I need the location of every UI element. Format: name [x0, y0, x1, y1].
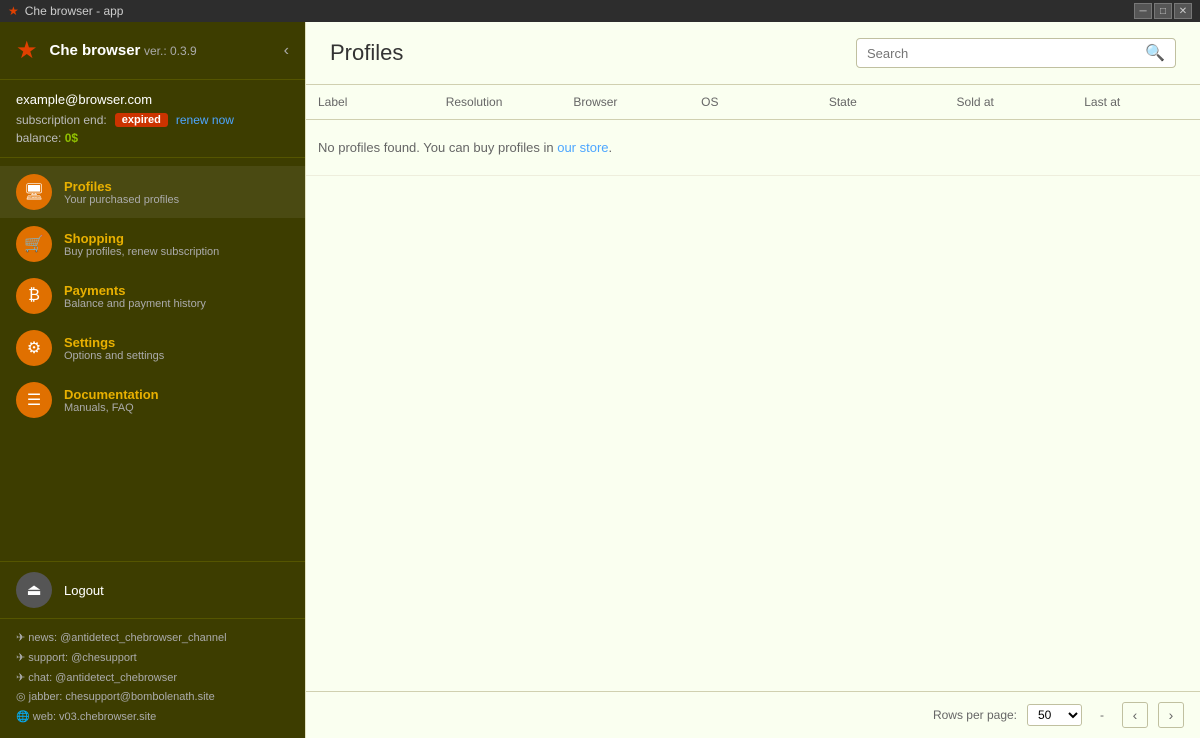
titlebar: ★ Che browser - app ─ □ ✕	[0, 0, 1200, 22]
titlebar-title: Che browser - app	[25, 4, 124, 18]
content-header: Profiles 🔍	[306, 22, 1200, 85]
sidebar-item-settings[interactable]: ⚙ Settings Options and settings	[0, 322, 305, 374]
sidebar: ★ Che browser ver.: 0.3.9 ‹ example@brow…	[0, 22, 305, 738]
app-container: ★ Che browser ver.: 0.3.9 ‹ example@brow…	[0, 22, 1200, 738]
nav-items: 🖥 Profiles Your purchased profiles 🛒 Sho…	[0, 158, 305, 561]
sidebar-header-left: ★ Che browser ver.: 0.3.9	[16, 36, 197, 65]
settings-icon: ⚙	[16, 330, 52, 366]
page-info: -	[1100, 708, 1104, 722]
sidebar-item-payments[interactable]: ₿ Payments Balance and payment history	[0, 270, 305, 322]
rows-per-page-label: Rows per page:	[933, 708, 1017, 722]
balance-label: balance:	[16, 131, 61, 145]
profiles-nav-subtitle: Your purchased profiles	[64, 194, 179, 206]
main-content: Profiles 🔍 Label Resolution Browser OS S…	[305, 22, 1200, 738]
sidebar-header: ★ Che browser ver.: 0.3.9 ‹	[0, 22, 305, 80]
col-sold-at: Sold at	[945, 85, 1073, 120]
footer-jabber-text: jabber: chesupport@bombolenath.site	[29, 691, 215, 703]
maximize-button[interactable]: □	[1154, 3, 1172, 19]
logout-icon: ⏏	[16, 572, 52, 608]
footer-support: ✈ support: @chesupport	[16, 649, 289, 669]
col-state: State	[817, 85, 945, 120]
footer-web: 🌐 web: v03.chebrowser.site	[16, 708, 289, 728]
col-os: OS	[689, 85, 817, 120]
table-header-row: Label Resolution Browser OS State Sold a…	[306, 85, 1200, 120]
search-container: 🔍	[856, 38, 1176, 68]
table-container: Label Resolution Browser OS State Sold a…	[306, 85, 1200, 691]
next-page-button[interactable]: ›	[1158, 702, 1184, 728]
footer-news-text: news: @antidetect_chebrowser_channel	[28, 632, 226, 644]
col-browser: Browser	[561, 85, 689, 120]
search-input[interactable]	[867, 46, 1145, 61]
titlebar-star-icon: ★	[8, 4, 19, 18]
documentation-nav-title: Documentation	[64, 387, 159, 402]
rows-per-page-select[interactable]: 10 25 50 100	[1027, 704, 1082, 726]
pagination-bar: Rows per page: 10 25 50 100 - ‹ ›	[306, 691, 1200, 738]
logout-label: Logout	[64, 583, 104, 598]
no-profiles-text: No profiles found. You can buy profiles …	[318, 140, 557, 155]
shopping-icon: 🛒	[16, 226, 52, 262]
payments-nav-subtitle: Balance and payment history	[64, 298, 206, 310]
subscription-status-badge: expired	[115, 113, 168, 127]
jabber-icon: ◎	[16, 691, 29, 703]
shopping-nav-title: Shopping	[64, 231, 219, 246]
minimize-button[interactable]: ─	[1134, 3, 1152, 19]
col-resolution: Resolution	[434, 85, 562, 120]
sidebar-footer: ✈ news: @antidetect_chebrowser_channel ✈…	[0, 618, 305, 738]
payments-nav-title: Payments	[64, 283, 206, 298]
shopping-nav-subtitle: Buy profiles, renew subscription	[64, 246, 219, 258]
app-name: Che browser	[50, 42, 141, 59]
app-logo-icon: ★	[16, 36, 38, 65]
profiles-icon: 🖥	[16, 174, 52, 210]
subscription-row: subscription end: expired renew now	[16, 113, 289, 127]
telegram-icon: ✈	[16, 632, 28, 644]
user-email: example@browser.com	[16, 92, 289, 107]
footer-chat: ✈ chat: @antidetect_chebrowser	[16, 669, 289, 689]
prev-page-button[interactable]: ‹	[1122, 702, 1148, 728]
footer-jabber: ◎ jabber: chesupport@bombolenath.site	[16, 688, 289, 708]
page-title: Profiles	[330, 40, 403, 66]
store-link[interactable]: our store	[557, 140, 608, 155]
sidebar-item-shopping[interactable]: 🛒 Shopping Buy profiles, renew subscript…	[0, 218, 305, 270]
balance-row: balance: 0$	[16, 131, 289, 145]
profiles-table: Label Resolution Browser OS State Sold a…	[306, 85, 1200, 176]
telegram-chat-icon: ✈	[16, 672, 28, 684]
close-button[interactable]: ✕	[1174, 3, 1192, 19]
settings-nav-title: Settings	[64, 335, 164, 350]
col-last-at: Last at	[1072, 85, 1200, 120]
subscription-label: subscription end:	[16, 113, 107, 127]
collapse-sidebar-button[interactable]: ‹	[284, 42, 289, 60]
documentation-icon: ☰	[16, 382, 52, 418]
user-info: example@browser.com subscription end: ex…	[0, 80, 305, 158]
telegram-support-icon: ✈	[16, 652, 28, 664]
footer-chat-text: chat: @antidetect_chebrowser	[28, 672, 177, 684]
balance-value: 0$	[65, 131, 78, 145]
web-icon: 🌐	[16, 711, 33, 723]
sidebar-item-profiles[interactable]: 🖥 Profiles Your purchased profiles	[0, 166, 305, 218]
no-profiles-message: No profiles found. You can buy profiles …	[306, 120, 1200, 176]
documentation-nav-subtitle: Manuals, FAQ	[64, 402, 159, 414]
app-version: ver.: 0.3.9	[144, 44, 197, 58]
footer-web-text: web: v03.chebrowser.site	[33, 711, 157, 723]
logout-button[interactable]: ⏏ Logout	[0, 561, 305, 618]
sidebar-item-documentation[interactable]: ☰ Documentation Manuals, FAQ	[0, 374, 305, 426]
titlebar-controls[interactable]: ─ □ ✕	[1134, 3, 1192, 19]
renew-now-link[interactable]: renew now	[176, 113, 234, 127]
titlebar-left: ★ Che browser - app	[8, 4, 123, 18]
no-profiles-row: No profiles found. You can buy profiles …	[306, 120, 1200, 176]
search-button[interactable]: 🔍	[1145, 43, 1165, 63]
app-branding: Che browser ver.: 0.3.9	[50, 42, 197, 59]
footer-news: ✈ news: @antidetect_chebrowser_channel	[16, 629, 289, 649]
footer-support-text: support: @chesupport	[28, 652, 136, 664]
col-label: Label	[306, 85, 434, 120]
payments-icon: ₿	[16, 278, 52, 314]
settings-nav-subtitle: Options and settings	[64, 350, 164, 362]
profiles-nav-title: Profiles	[64, 179, 179, 194]
